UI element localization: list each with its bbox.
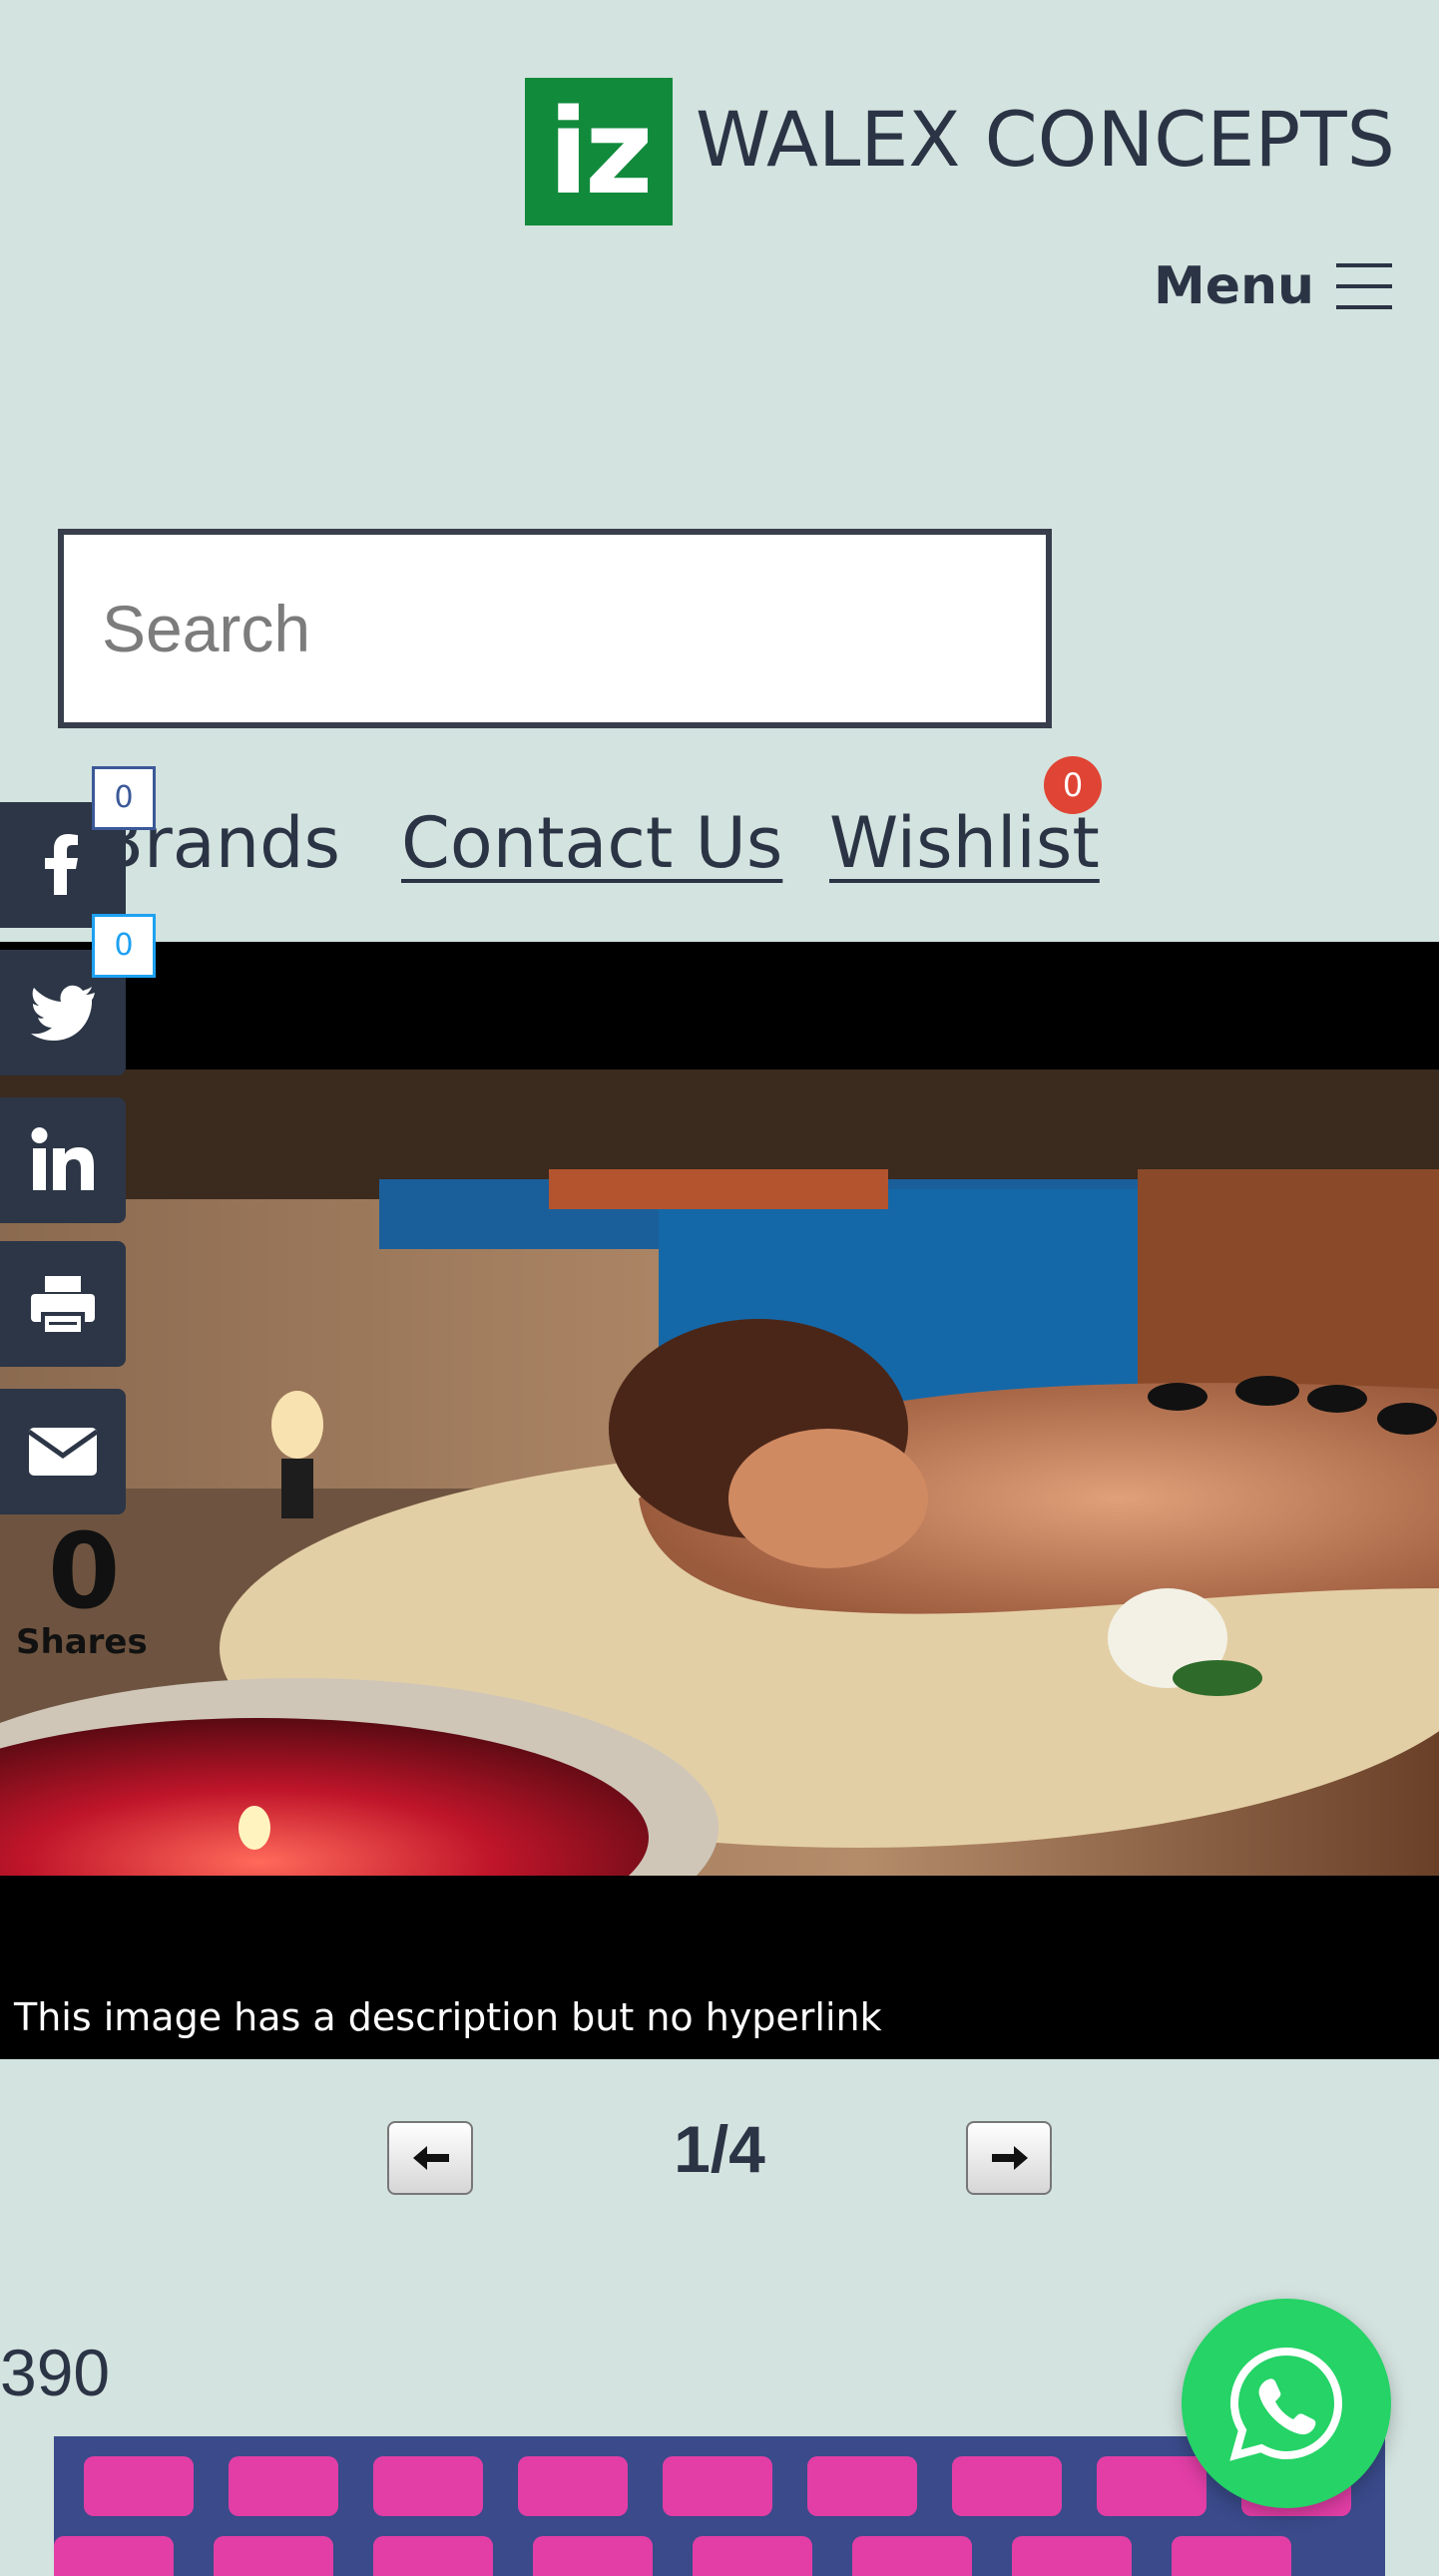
search-input[interactable] — [58, 529, 1052, 728]
hamburger-icon — [1336, 261, 1393, 311]
menu-button[interactable]: Menu — [1154, 251, 1393, 321]
whatsapp-icon — [1229, 2347, 1343, 2461]
product-count: 390 — [0, 2336, 111, 2409]
spa-massage-image — [0, 1070, 1439, 1876]
arrow-right-icon — [992, 2146, 1028, 2170]
linkedin-share-button[interactable] — [0, 1097, 126, 1223]
stadium-seats-image[interactable] — [54, 2436, 1385, 2576]
whatsapp-chat-button[interactable] — [1182, 2299, 1391, 2508]
email-icon — [27, 1428, 99, 1476]
slideshow[interactable]: This image has a description but no hype… — [0, 942, 1439, 2059]
print-icon — [31, 1276, 95, 1336]
nav-link-wishlist[interactable]: Wishlist — [829, 798, 1100, 888]
wishlist-count-badge: 0 — [1044, 756, 1102, 814]
linkedin-icon — [31, 1127, 94, 1190]
next-slide-button[interactable] — [966, 2121, 1052, 2195]
shares-label: Shares — [16, 1622, 148, 1662]
shares-total: 0 — [48, 1510, 121, 1632]
site-logo[interactable]: iz — [525, 78, 673, 225]
twitter-icon — [31, 985, 95, 1041]
menu-label: Menu — [1154, 256, 1315, 316]
email-share-button[interactable] — [0, 1389, 126, 1514]
nav-link-contact-us[interactable]: Contact Us — [401, 798, 782, 888]
slide-counter: 1/4 — [674, 2112, 765, 2186]
facebook-icon — [45, 834, 78, 895]
print-button[interactable] — [0, 1241, 126, 1367]
facebook-share-count: 0 — [92, 766, 156, 830]
twitter-share-count: 0 — [92, 914, 156, 978]
brand-name[interactable]: WALEX CONCEPTS — [696, 92, 1395, 188]
slide-caption: This image has a description but no hype… — [14, 1995, 882, 2039]
